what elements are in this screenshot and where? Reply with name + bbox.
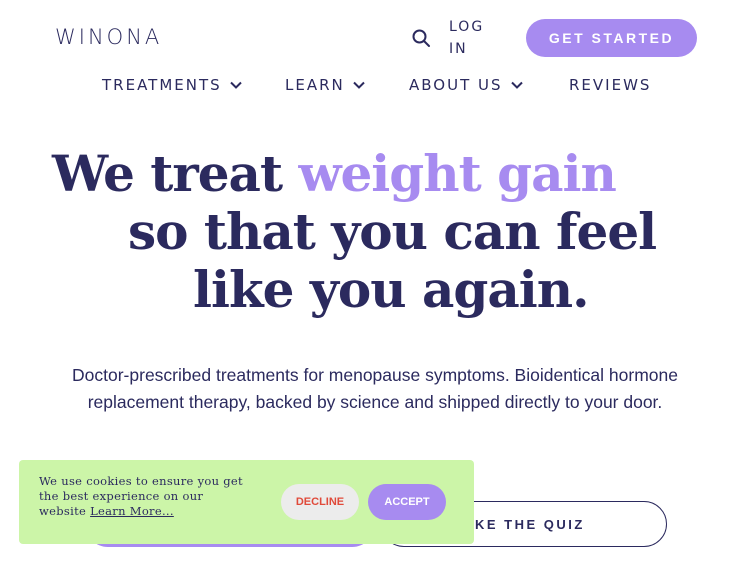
accept-button[interactable]: ACCEPT — [368, 484, 446, 520]
chevron-down-icon — [510, 81, 523, 89]
nav-item-treatments[interactable]: TREATMENTS — [102, 76, 242, 94]
login-link[interactable]: LOG IN — [449, 16, 489, 60]
nav-item-reviews[interactable]: REVIEWS — [569, 76, 651, 94]
hero-description: Doctor-prescribed treatments for menopau… — [72, 365, 678, 412]
hero-line-1: We treat weight gain — [52, 144, 617, 203]
cookie-banner: We use cookies to ensure you get the bes… — [19, 460, 474, 544]
page: WINONA LOG IN GET STARTED TREATMENTS LEA… — [0, 0, 750, 563]
nav-item-learn[interactable]: LEARN — [285, 76, 365, 94]
hero-line-3: like you again. — [193, 260, 590, 319]
get-started-button[interactable]: GET STARTED — [526, 19, 697, 57]
chevron-down-icon — [353, 81, 365, 89]
nav-item-label: TREATMENTS — [102, 76, 222, 94]
nav-item-about-us[interactable]: ABOUT US — [409, 76, 523, 94]
nav-item-label: ABOUT US — [409, 76, 503, 94]
cookie-message: We use cookies to ensure you get the bes… — [39, 474, 243, 518]
hero-accent: weight gain — [298, 144, 616, 203]
chevron-down-icon — [229, 81, 242, 89]
nav-item-label: REVIEWS — [569, 76, 652, 94]
hero-line-2: so that you can feel — [128, 202, 657, 261]
learn-more-link[interactable]: Learn More... — [90, 504, 174, 518]
nav-item-label: LEARN — [285, 76, 345, 94]
main-nav: TREATMENTS LEARN ABOUT US REVIEWS — [0, 76, 750, 98]
logo[interactable]: WINONA — [55, 25, 162, 49]
search-icon[interactable] — [411, 28, 431, 48]
decline-button[interactable]: DECLINE — [281, 484, 359, 520]
